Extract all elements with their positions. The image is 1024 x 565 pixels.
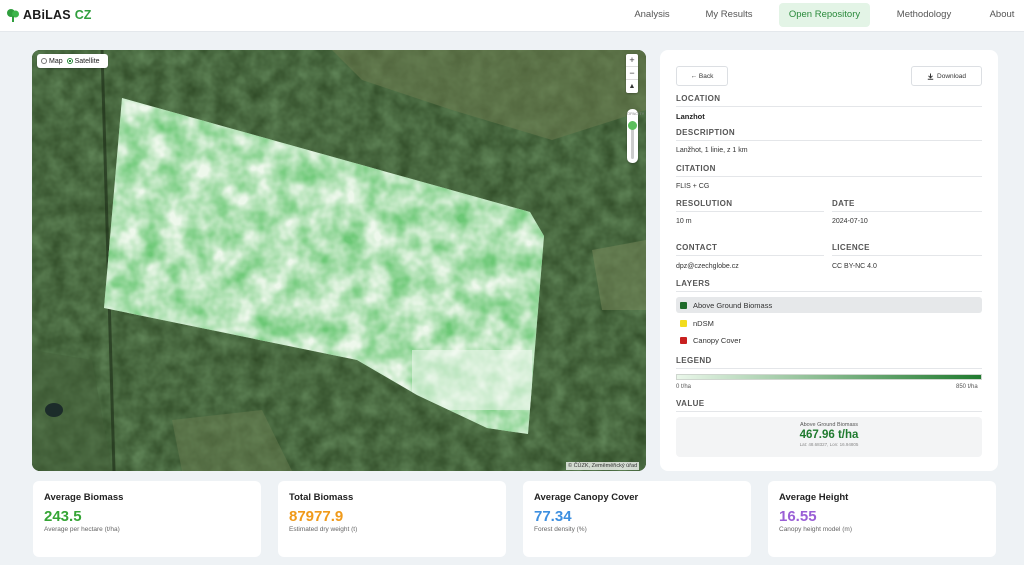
nav-my-results[interactable]: My Results [697,3,761,27]
radio-map-icon [41,58,47,64]
description-value: Lanžhot, 1 linie, z 1 km [676,147,748,154]
brand-name: ABiLAS [23,8,71,22]
location-title: LOCATION [676,94,982,107]
map-type-map[interactable]: Map [41,58,63,65]
stat-value: 16.55 [779,508,817,525]
dataset-detail-panel: ← Back Download LOCATION Lanzhot DESCRIP… [660,50,998,471]
map-type-toggle: Map Satellite [37,54,108,68]
map-type-satellite-label: Satellite [74,57,100,65]
date-value: 2024-07-10 [832,218,868,225]
opacity-knob[interactable] [628,121,637,130]
resolution-value: 10 m [676,218,692,225]
download-label: Download [937,72,966,80]
satellite-map-image [32,50,646,471]
stat-card-total-biomass: Total Biomass 87977.9 Estimated dry weig… [278,481,506,557]
app-logo[interactable]: ABiLAS CZ [6,8,91,22]
resolution-title: RESOLUTION [676,199,824,212]
layers-title: LAYERS [676,279,982,292]
stat-title: Average Canopy Cover [534,492,639,503]
value-coordinates: Lat: 48.68327, Lon: 16.94805 [799,442,859,447]
nav-analysis[interactable]: Analysis [621,3,683,27]
licence-value: CC BY-NC 4.0 [832,263,877,270]
reset-north-button[interactable]: ▲ [626,80,638,93]
description-title: DESCRIPTION [676,128,982,141]
stat-subtitle: Average per hectare (t/ha) [44,526,120,533]
zoom-in-button[interactable]: + [626,54,638,67]
layer-label: nDSM [693,318,714,328]
stat-title: Average Height [779,492,849,503]
stat-card-average-height: Average Height 16.55 Canopy height model… [768,481,996,557]
zoom-controls: + − ▲ [626,54,638,93]
value-title: VALUE [676,399,982,412]
date-title: DATE [832,199,982,212]
stat-value: 87977.9 [289,508,344,525]
nav-about[interactable]: About [982,3,1022,27]
layer-above-ground-biomass[interactable]: Above Ground Biomass [676,297,982,313]
opacity-slider[interactable]: OPACITY [627,109,645,163]
stat-card-average-canopy-cover: Average Canopy Cover 77.34 Forest densit… [523,481,751,557]
opacity-label: OPACITY [627,111,645,116]
zoom-out-button[interactable]: − [626,67,638,80]
download-button[interactable]: Download [911,66,982,86]
map-attribution: © ČÚZK, Zeměměřický úřad [566,462,640,470]
map-type-satellite[interactable]: Satellite [66,57,100,65]
layer-swatch-icon [680,336,687,344]
contact-value: dpz@czechglobe.cz [676,263,739,270]
value-reading: 467.96 t/ha [799,429,859,441]
layer-canopy-cover[interactable]: Canopy Cover [676,332,982,348]
legend-min: 0 t/ha [676,384,692,390]
map-type-map-label: Map [49,57,63,65]
stat-subtitle: Canopy height model (m) [779,526,852,533]
stat-title: Total Biomass [289,492,354,503]
legend-max: 850 t/ha [956,384,978,390]
value-layer-name: Above Ground Biomass [799,422,859,428]
back-label: ← Back [690,72,714,80]
stat-title: Average Biomass [44,492,124,503]
stat-card-average-biomass: Average Biomass 243.5 Average per hectar… [33,481,261,557]
stat-subtitle: Forest density (%) [534,526,587,533]
citation-value: FLIS + CG [676,183,710,190]
licence-title: LICENCE [832,243,982,256]
citation-title: CITATION [676,164,982,177]
layer-ndsm[interactable]: nDSM [676,315,982,331]
layer-swatch-icon [680,319,687,327]
legend-gradient-bar [676,374,982,380]
value-readout: Above Ground Biomass 467.96 t/ha Lat: 48… [676,417,982,457]
stat-subtitle: Estimated dry weight (t) [289,526,358,533]
contact-title: CONTACT [676,243,824,256]
radio-satellite-icon [66,58,73,64]
back-button[interactable]: ← Back [676,66,728,86]
stat-value: 77.34 [534,508,572,525]
tree-logo-icon [7,9,19,22]
nav-open-repository[interactable]: Open Repository [779,3,870,27]
layer-label: Above Ground Biomass [693,300,773,310]
brand-suffix: CZ [74,8,92,22]
download-icon [927,73,934,80]
layer-label: Canopy Cover [693,335,741,345]
layer-swatch-icon [680,301,687,309]
location-value: Lanzhot [676,112,705,121]
map-viewport[interactable] [32,50,646,471]
top-nav-bar: ABiLAS CZ Analysis My Results Open Repos… [0,0,1024,32]
nav-methodology[interactable]: Methodology [886,3,962,27]
stat-value: 243.5 [44,508,82,525]
legend-title: LEGEND [676,356,982,369]
